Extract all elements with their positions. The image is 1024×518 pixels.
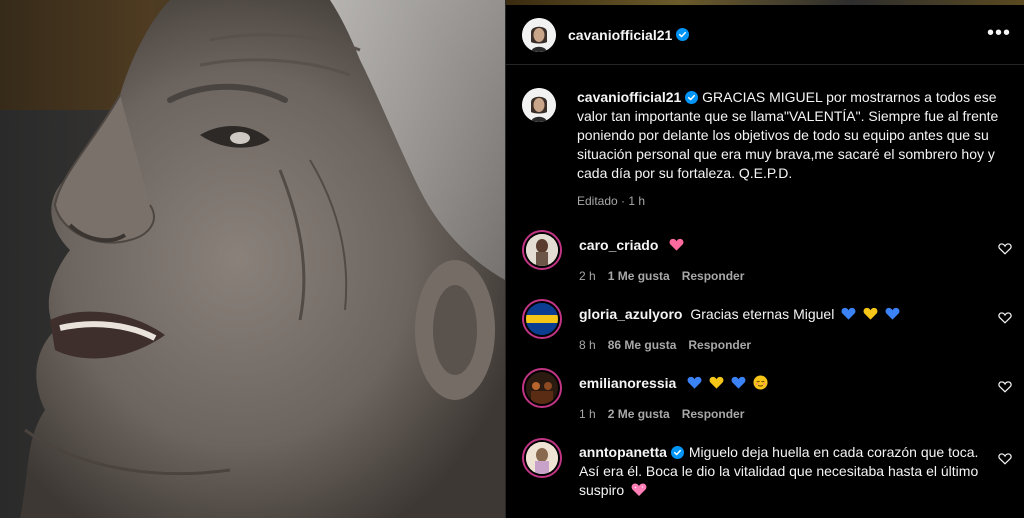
caption-avatar-image [522, 88, 556, 122]
yellow-heart-icon [863, 307, 878, 320]
comment-text: gloria_azulyoro Gracias eternas Miguel [579, 305, 989, 324]
comment-text: anntopanetta Miguelo deja huella en cada … [579, 443, 999, 500]
author-avatar-image [522, 17, 556, 52]
like-comment-heart-icon[interactable] [998, 242, 1012, 256]
comment-likes[interactable]: 1 Me gusta [608, 269, 670, 283]
sparkling-heart-icon [631, 483, 647, 496]
commenter-username[interactable]: emilianoressia [579, 375, 676, 391]
comment-likes[interactable]: 86 Me gusta [608, 338, 677, 352]
caption-meta: Editado · 1 h [577, 194, 646, 208]
commenter-avatar[interactable] [522, 438, 562, 478]
comment-body: anntopanetta Miguelo deja huella en cada … [579, 443, 999, 500]
comment-item: anntopanetta Miguelo deja huella en cada … [522, 438, 1012, 500]
avatar-image [526, 303, 558, 335]
comment-content: Gracias eternas Miguel [690, 306, 835, 322]
comment-meta: 8 h 86 Me gusta Responder [579, 338, 989, 352]
comment-item: emilianoressia 1 h 2 Me gusta Responder [522, 368, 1012, 421]
author-avatar[interactable] [522, 17, 556, 52]
comment-time[interactable]: 1 h [579, 407, 596, 421]
post-photo[interactable] [0, 0, 505, 518]
commenter-username[interactable]: caro_criado [579, 237, 658, 253]
post-details-panel: cavaniofficial21 ••• cavaniofficial21 GR… [505, 0, 1024, 518]
comment-text: caro_criado [579, 236, 989, 255]
reply-button[interactable]: Responder [688, 338, 751, 352]
caption-text: cavaniofficial21 GRACIAS MIGUEL por most… [577, 88, 1007, 183]
post-caption: cavaniofficial21 GRACIAS MIGUEL por most… [522, 88, 1012, 208]
comment-likes[interactable]: 2 Me gusta [608, 407, 670, 421]
comment-meta: 2 h 1 Me gusta Responder [579, 269, 989, 283]
blue-heart-icon [731, 376, 746, 389]
caption-username[interactable]: cavaniofficial21 [577, 89, 681, 105]
comment-body: gloria_azulyoro Gracias eternas Miguel 8… [579, 305, 989, 352]
reply-button[interactable]: Responder [682, 269, 745, 283]
caption-time[interactable]: 1 h [628, 194, 645, 208]
like-comment-heart-icon[interactable] [998, 311, 1012, 325]
comment-item: gloria_azulyoro Gracias eternas Miguel 8… [522, 299, 1012, 352]
comment-time[interactable]: 2 h [579, 269, 596, 283]
commenter-username[interactable]: anntopanetta [579, 444, 667, 460]
like-comment-heart-icon[interactable] [998, 380, 1012, 394]
comment-body: emilianoressia 1 h 2 Me gusta Responder [579, 374, 989, 421]
relieved-face-icon [753, 375, 768, 390]
comment-body: caro_criado 2 h 1 Me gusta Responder [579, 236, 989, 283]
caption-author-avatar[interactable] [522, 88, 556, 122]
blue-heart-icon [885, 307, 900, 320]
avatar-image [526, 442, 558, 474]
avatar-person-icon [526, 442, 558, 474]
yellow-heart-icon [709, 376, 724, 389]
more-options-icon[interactable]: ••• [987, 23, 1011, 43]
comment-time[interactable]: 8 h [579, 338, 596, 352]
avatar-person-icon [526, 234, 558, 266]
boca-jersey-icon [526, 303, 558, 335]
blue-heart-icon [841, 307, 856, 320]
pink-heart-icon [669, 238, 684, 251]
verified-badge-icon [676, 28, 690, 41]
comment-item: caro_criado 2 h 1 Me gusta Responder [522, 230, 1012, 283]
post-header: cavaniofficial21 ••• [506, 5, 1024, 65]
commenter-avatar[interactable] [522, 230, 562, 270]
reply-button[interactable]: Responder [682, 407, 745, 421]
verified-badge-icon [670, 446, 684, 459]
blue-heart-icon [687, 376, 702, 389]
verified-badge-icon [685, 91, 699, 104]
avatar-image [526, 372, 558, 404]
avatar-group-icon [526, 372, 558, 404]
like-comment-heart-icon[interactable] [998, 452, 1012, 466]
face-illustration [20, 0, 505, 518]
caption-body: cavaniofficial21 GRACIAS MIGUEL por most… [577, 88, 1007, 208]
avatar-image [526, 234, 558, 266]
comment-meta: 1 h 2 Me gusta Responder [579, 407, 989, 421]
commenter-username[interactable]: gloria_azulyoro [579, 306, 682, 322]
commenter-avatar[interactable] [522, 368, 562, 408]
instagram-post-viewer: cavaniofficial21 ••• cavaniofficial21 GR… [0, 0, 1024, 518]
commenter-avatar[interactable] [522, 299, 562, 339]
comment-text: emilianoressia [579, 374, 989, 393]
edited-label: Editado [577, 194, 618, 208]
author-username[interactable]: cavaniofficial21 [568, 27, 672, 43]
